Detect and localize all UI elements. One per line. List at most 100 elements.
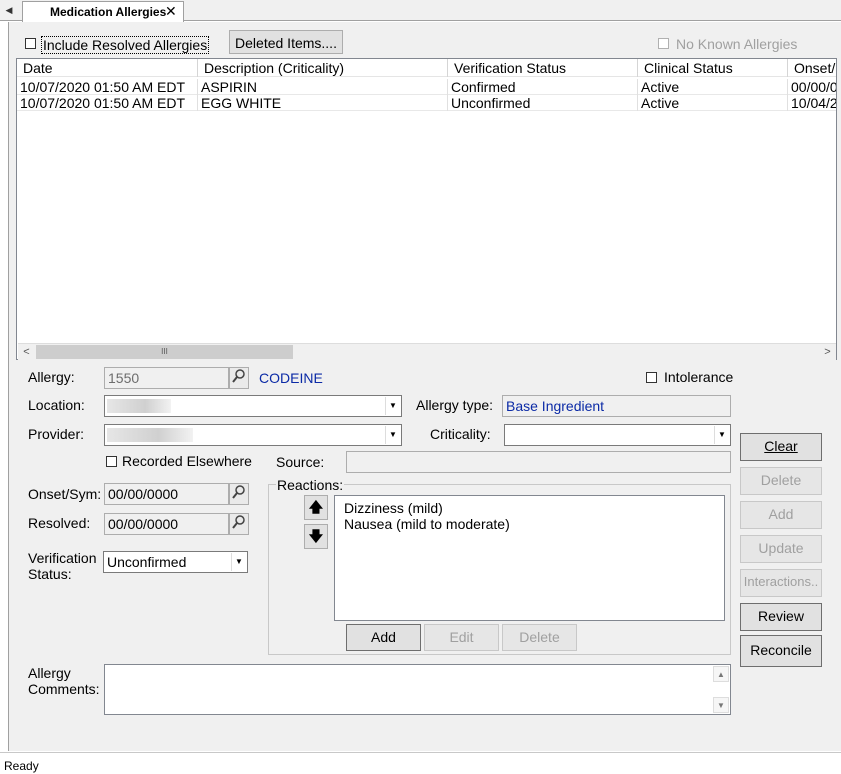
allergy-comments-field[interactable]: ▲ ▼ — [104, 664, 731, 715]
review-button[interactable]: Review — [740, 603, 822, 631]
cell-description: ASPIRIN — [198, 79, 448, 95]
arrow-up-icon: 🡅 — [308, 499, 324, 515]
add-button[interactable]: Add — [740, 501, 822, 529]
update-button[interactable]: Update — [740, 535, 822, 563]
status-text: Ready — [4, 759, 39, 773]
scroll-thumb[interactable]: III — [36, 345, 293, 359]
tab-scroll-left-button[interactable]: ◀ — [2, 2, 16, 19]
table-row[interactable]: 10/07/2020 01:50 AM EDT EGG WHITE Unconf… — [17, 95, 836, 111]
allergies-table[interactable]: Date Description (Criticality) Verificat… — [16, 58, 837, 360]
intolerance-label: Intolerance — [664, 369, 734, 385]
review-label: Review — [758, 608, 804, 624]
recorded-elsewhere-checkbox[interactable] — [106, 456, 117, 467]
column-header-clinical-status[interactable]: Clinical Status — [638, 59, 788, 77]
provider-select[interactable]: ▼ — [104, 424, 402, 446]
list-item[interactable]: Dizziness (mild) — [344, 500, 443, 516]
reaction-add-button[interactable]: Add — [346, 624, 421, 651]
onset-lookup-button[interactable] — [229, 483, 249, 505]
criticality-select[interactable]: ▼ — [504, 424, 731, 446]
source-field — [346, 451, 731, 473]
interactions-button[interactable]: Interactions.. — [740, 569, 822, 597]
reactions-label: Reactions: — [276, 477, 345, 493]
cell-date: 10/07/2020 01:50 AM EDT — [17, 95, 198, 111]
scroll-up-button[interactable]: ▲ — [713, 666, 729, 682]
cell-verification-status: Confirmed — [448, 79, 638, 95]
delete-label: Delete — [760, 472, 802, 488]
horizontal-scrollbar[interactable]: < III > — [18, 343, 836, 360]
delete-button[interactable]: Delete — [740, 467, 822, 495]
verification-label: Verification — [28, 550, 97, 566]
scroll-right-button[interactable]: > — [819, 344, 836, 360]
source-label: Source: — [276, 454, 325, 470]
resolved-label: Resolved: — [28, 515, 91, 531]
chevron-down-icon[interactable]: ▼ — [385, 426, 400, 444]
reactions-list[interactable]: Dizziness (mild) Nausea (mild to moderat… — [334, 495, 725, 621]
allergy-name: CODEINE — [259, 370, 323, 386]
cell-description: EGG WHITE — [198, 95, 448, 111]
column-header-description[interactable]: Description (Criticality) — [198, 59, 448, 77]
deleted-items-button[interactable]: Deleted Items.... — [229, 30, 343, 54]
deleted-items-label: Deleted Items.... — [235, 35, 337, 51]
allergy-lookup-button[interactable] — [229, 367, 249, 389]
no-known-allergies-label: No Known Allergies — [676, 36, 798, 52]
list-item[interactable]: Nausea (mild to moderate) — [344, 516, 510, 532]
move-up-button[interactable]: 🡅 — [304, 495, 328, 520]
comments-label-2: Comments: — [28, 681, 100, 697]
close-icon[interactable]: ✕ — [165, 3, 177, 20]
update-label: Update — [758, 540, 804, 556]
allergy-label: Allergy: — [28, 369, 75, 385]
reaction-delete-button[interactable]: Delete — [502, 624, 577, 651]
reconcile-label: Reconcile — [750, 642, 812, 658]
allergy-type-label: Allergy type: — [416, 397, 494, 413]
move-down-button[interactable]: 🡇 — [304, 524, 328, 549]
redacted-value — [107, 428, 193, 442]
criticality-label: Criticality: — [430, 426, 491, 442]
magnifier-icon — [232, 485, 245, 499]
scroll-left-button[interactable]: < — [18, 344, 35, 360]
column-header-date[interactable]: Date — [17, 59, 198, 77]
table-row[interactable]: 10/07/2020 01:50 AM EDT ASPIRIN Confirme… — [17, 79, 836, 95]
cell-onset: 10/04/20 — [788, 95, 836, 111]
include-resolved-checkbox[interactable] — [25, 38, 36, 49]
allergy-type-field: Base Ingredient — [502, 395, 731, 417]
include-resolved-label[interactable]: Include Resolved Allergies — [41, 36, 210, 54]
chevron-down-icon[interactable]: ▼ — [714, 426, 729, 444]
onset-label: Onset/Sym: — [28, 486, 102, 502]
location-select[interactable]: ▼ — [104, 395, 402, 417]
resolved-field[interactable]: 00/00/0000 — [104, 513, 229, 535]
cell-verification-status: Unconfirmed — [448, 95, 638, 111]
column-header-verification-status[interactable]: Verification Status — [448, 59, 638, 77]
status-bar: Ready — [0, 752, 841, 774]
magnifier-icon — [232, 515, 245, 529]
add-label: Add — [768, 506, 794, 522]
reaction-delete-label: Delete — [519, 629, 560, 645]
chevron-down-icon[interactable]: ▼ — [385, 397, 400, 415]
verification-status-label: Status: — [28, 566, 72, 582]
column-header-onset[interactable]: Onset/S — [788, 59, 836, 77]
cell-clinical-status: Active — [638, 95, 788, 111]
cell-clinical-status: Active — [638, 79, 788, 95]
comments-label: Allergy — [28, 665, 71, 681]
recorded-elsewhere-label: Recorded Elsewhere — [122, 453, 252, 469]
no-known-allergies-checkbox[interactable] — [658, 38, 669, 49]
cell-date: 10/07/2020 01:50 AM EDT — [17, 79, 198, 95]
reaction-edit-button[interactable]: Edit — [424, 624, 499, 651]
intolerance-checkbox[interactable] — [646, 372, 657, 383]
magnifier-icon — [232, 369, 245, 383]
resolved-lookup-button[interactable] — [229, 513, 249, 535]
redacted-value — [107, 399, 171, 413]
chevron-down-icon[interactable]: ▼ — [231, 553, 246, 571]
clear-button[interactable]: Clear — [740, 433, 822, 461]
table-header: Date Description (Criticality) Verificat… — [17, 59, 836, 77]
provider-label: Provider: — [28, 426, 85, 442]
scroll-down-button[interactable]: ▼ — [713, 697, 729, 713]
tab-medication-allergies[interactable]: Medication Allergies ✕ — [22, 1, 184, 22]
reaction-add-label: Add — [371, 629, 396, 645]
clear-label: Clear — [764, 438, 798, 454]
arrow-down-icon: 🡇 — [308, 528, 324, 544]
reaction-edit-label: Edit — [449, 629, 474, 645]
onset-field[interactable]: 00/00/0000 — [104, 483, 229, 505]
reconcile-button[interactable]: Reconcile — [740, 635, 822, 667]
allergy-code-field[interactable]: 1550 — [104, 367, 229, 389]
verification-status-select[interactable]: Unconfirmed ▼ — [103, 551, 248, 573]
